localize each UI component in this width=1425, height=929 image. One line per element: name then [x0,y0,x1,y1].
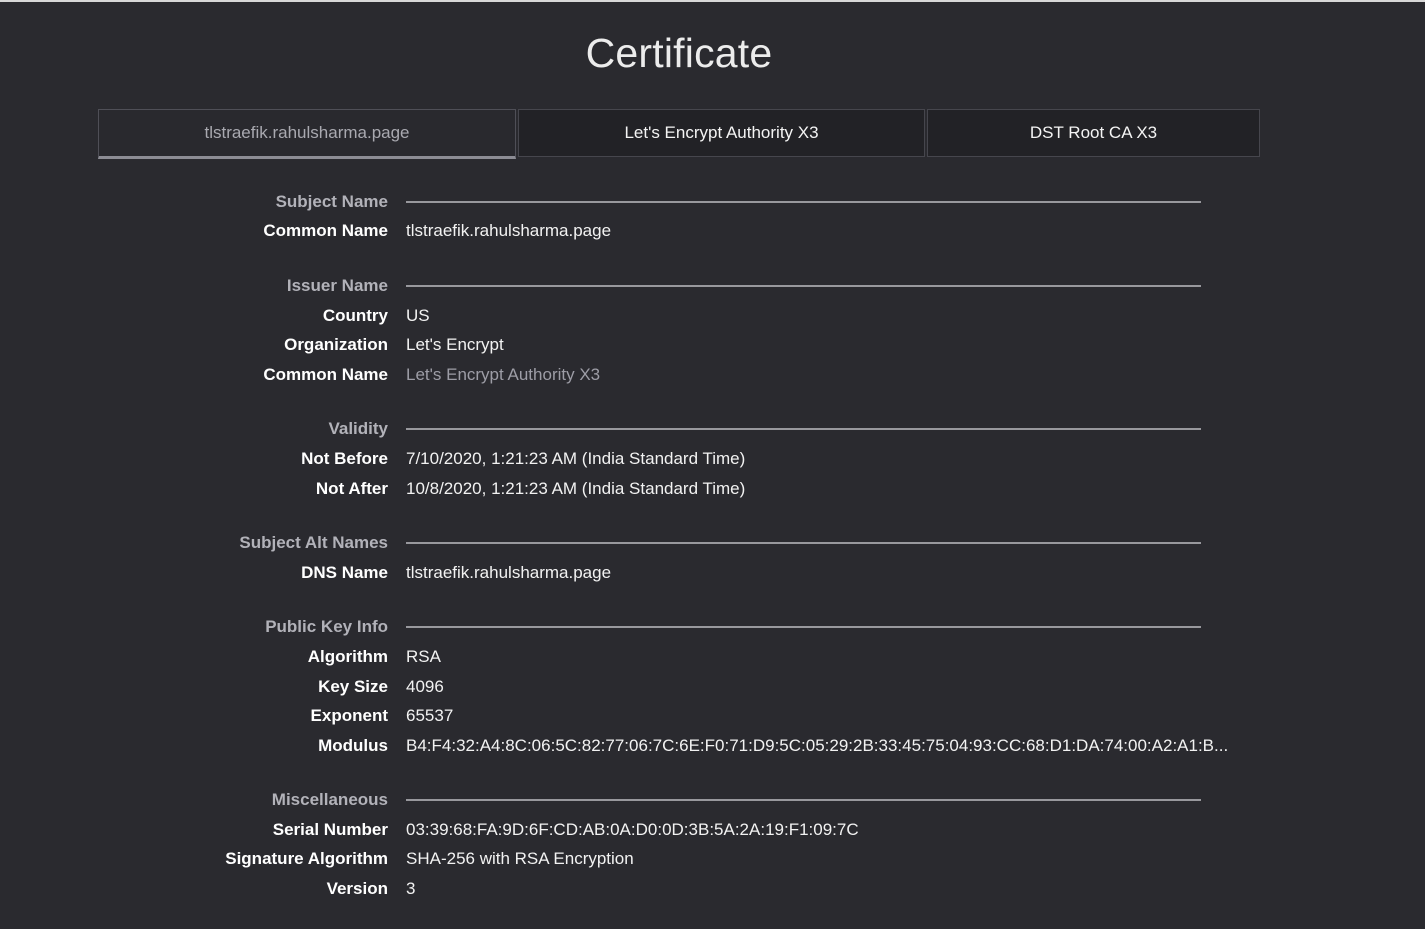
field-label: Country [322,305,388,325]
field-value: tlstraefik.rahulsharma.page [406,221,612,241]
detail-row: Organization Let's Encrypt [0,330,1425,360]
detail-row: Country US [0,301,1425,331]
section-header: Subject Name [0,187,1425,217]
detail-row: Key Size 4096 [0,672,1425,702]
field-label: Modulus [318,735,388,755]
detail-row: Modulus B4:F4:32:A4:8C:06:5C:82:77:06:7C… [0,731,1425,761]
section-divider [406,284,1201,287]
section-public-key-info: Public Key Info Algorithm RSA Key Size 4… [0,613,1425,761]
certificate-details: Subject Name Common Name tlstraefik.rahu… [0,187,1425,929]
field-label: Serial Number [272,819,388,839]
field-value: 7/10/2020, 1:21:23 AM (India Standard Ti… [406,448,746,468]
section-divider [406,626,1201,629]
detail-row: Signature Algorithm SHA-256 with RSA Enc… [0,845,1425,875]
detail-row: Common Name Let's Encrypt Authority X3 [0,360,1425,390]
section-miscellaneous: Miscellaneous Serial Number 03:39:68:FA:… [0,786,1425,904]
section-title: Miscellaneous [271,790,388,810]
tab-root-certificate[interactable]: DST Root CA X3 [927,109,1260,157]
field-value: RSA [406,646,441,666]
detail-row: Not Before 7/10/2020, 1:21:23 AM (India … [0,444,1425,474]
field-label: Common Name [263,221,388,241]
issuer-certificate-link[interactable]: Let's Encrypt Authority X3 [406,365,600,385]
field-label: Common Name [263,364,388,384]
field-value: 03:39:68:FA:9D:6F:CD:AB:0A:D0:0D:3B:5A:2… [406,819,859,839]
field-label: Not After [315,478,388,498]
field-label: Version [326,879,388,899]
section-header: Miscellaneous [0,786,1425,816]
tab-leaf-certificate[interactable]: tlstraefik.rahulsharma.page [98,109,516,159]
section-header: Issuer Name [0,271,1425,301]
section-divider [406,428,1201,431]
field-value: tlstraefik.rahulsharma.page [406,562,612,582]
section-header: Subject Alt Names [0,528,1425,558]
field-value: US [406,305,430,325]
section-header: Validity [0,415,1425,445]
detail-row: Common Name tlstraefik.rahulsharma.page [0,217,1425,247]
section-issuer-name: Issuer Name Country US Organization Let'… [0,271,1425,389]
section-header: Public Key Info [0,613,1425,643]
field-value: 4096 [406,676,444,696]
detail-row: DNS Name tlstraefik.rahulsharma.page [0,558,1425,588]
section-title: Public Key Info [265,617,388,637]
field-label: Exponent [310,706,388,726]
section-subject-alt-names: Subject Alt Names DNS Name tlstraefik.ra… [0,528,1425,587]
page-title: Certificate [585,30,773,76]
tab-intermediate-certificate[interactable]: Let's Encrypt Authority X3 [518,109,925,157]
detail-row: Version 3 [0,874,1425,904]
field-value: Let's Encrypt [406,335,504,355]
field-value: SHA-256 with RSA Encryption [406,849,634,869]
section-subject-name: Subject Name Common Name tlstraefik.rahu… [0,187,1425,246]
section-title: Issuer Name [286,275,388,295]
field-label: Key Size [318,676,388,696]
section-divider [406,200,1201,203]
field-value: 3 [406,879,416,899]
detail-row: Algorithm RSA [0,642,1425,672]
window-top-edge [0,0,1425,2]
modulus-value[interactable]: B4:F4:32:A4:8C:06:5C:82:77:06:7C:6E:F0:7… [406,736,1228,756]
field-label: Algorithm [307,646,388,666]
field-value: 10/8/2020, 1:21:23 AM (India Standard Ti… [406,478,746,498]
detail-row: Serial Number 03:39:68:FA:9D:6F:CD:AB:0A… [0,815,1425,845]
field-label: Signature Algorithm [225,849,388,869]
section-title: Subject Alt Names [239,533,388,553]
certificate-chain-tabs: tlstraefik.rahulsharma.page Let's Encryp… [98,109,1260,159]
field-label: DNS Name [301,562,388,582]
field-label: Not Before [301,448,388,468]
section-divider [406,799,1201,802]
detail-row: Exponent 65537 [0,701,1425,731]
section-validity: Validity Not Before 7/10/2020, 1:21:23 A… [0,415,1425,504]
section-title: Subject Name [275,191,388,211]
field-label: Organization [284,335,388,355]
section-title: Validity [328,419,388,439]
detail-row: Not After 10/8/2020, 1:21:23 AM (India S… [0,474,1425,504]
section-divider [406,542,1201,545]
field-value: 65537 [406,706,454,726]
